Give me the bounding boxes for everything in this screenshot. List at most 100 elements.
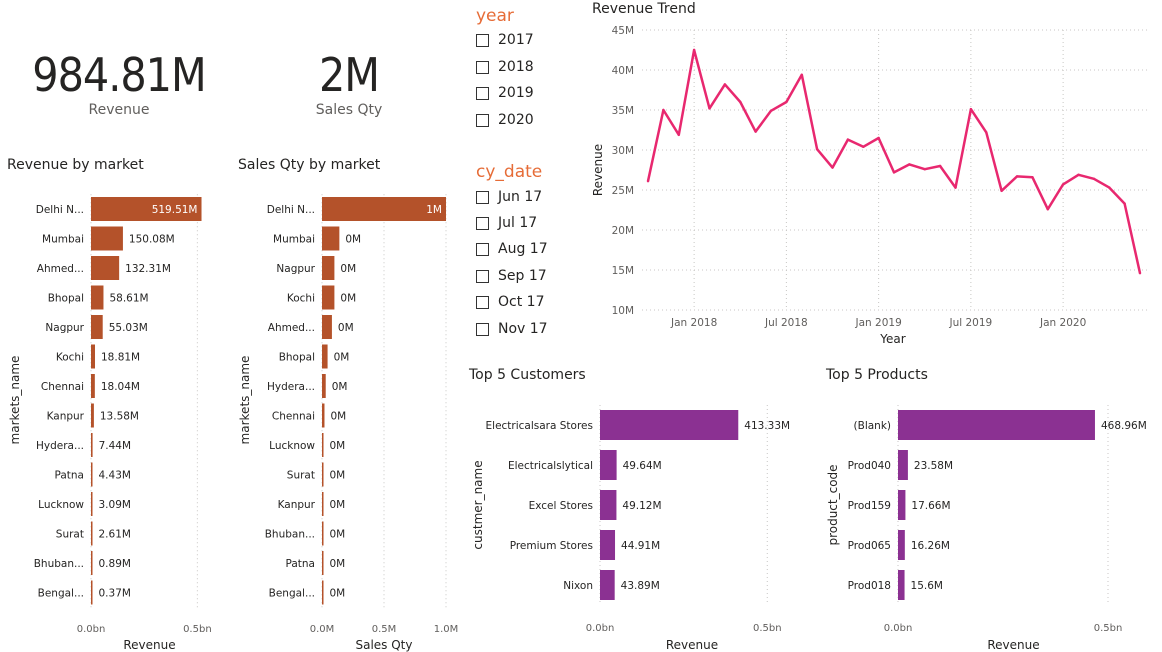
data-label: 150.08M bbox=[129, 234, 175, 246]
data-label: 55.03M bbox=[109, 322, 148, 334]
slicer-option-label: 2019 bbox=[498, 85, 534, 101]
kpi-label: Sales Qty bbox=[315, 102, 383, 118]
chart-top5-customers: 0.0bn 0.5bn Revenue custmer_name Electricals… bbox=[471, 405, 790, 652]
data-label: 413.33M bbox=[744, 420, 790, 432]
bar bbox=[91, 403, 94, 428]
bar bbox=[600, 450, 617, 480]
data-label: 16.26M bbox=[911, 540, 950, 552]
bar bbox=[322, 374, 326, 398]
checkbox-icon[interactable] bbox=[476, 33, 489, 47]
category-label: Nixon bbox=[563, 580, 593, 592]
category-label: Bengal... bbox=[38, 588, 84, 600]
slicer-option-oct-17[interactable]: Oct 17 bbox=[476, 294, 544, 310]
bar bbox=[91, 256, 120, 280]
checkbox-icon[interactable] bbox=[476, 295, 489, 309]
data-point bbox=[923, 168, 926, 171]
series-line-revenue bbox=[646, 48, 1142, 274]
data-point bbox=[831, 166, 834, 169]
data-point bbox=[1123, 202, 1126, 205]
slicer-option-2019[interactable]: 2019 bbox=[476, 85, 534, 101]
slicer-option-jun-17[interactable]: Jun 17 bbox=[476, 189, 542, 205]
category-label: Patna bbox=[285, 558, 315, 570]
data-point bbox=[1077, 173, 1080, 176]
y-tick-label: 40M bbox=[612, 65, 634, 77]
y-axis-label: Revenue bbox=[591, 144, 605, 196]
x-tick-label: 0.0bn bbox=[77, 624, 106, 635]
data-label: 1M bbox=[426, 204, 442, 216]
category-label: Nagpur bbox=[45, 322, 84, 334]
data-label: 49.12M bbox=[622, 500, 661, 512]
slicer-option-jul-17[interactable]: Jul 17 bbox=[476, 215, 537, 231]
slicer-option-2020[interactable]: 2020 bbox=[476, 112, 534, 128]
bar bbox=[898, 530, 905, 560]
slicer-option-label: 2017 bbox=[498, 32, 534, 48]
x-tick-label: 0.0M bbox=[310, 624, 335, 635]
slicer-year: 2017 2018 2019 2020 bbox=[476, 30, 596, 140]
checkbox-icon[interactable] bbox=[476, 322, 489, 336]
chart-revenue-by-market: 0.0bn 0.5bn Revenue markets_name Delhi N... 5… bbox=[8, 194, 212, 652]
bar bbox=[600, 490, 617, 520]
chart-sales-qty-by-market: 0.0M 0.5M 1.0M Sales Qty markets_name Delhi N… bbox=[238, 194, 458, 652]
data-label: 44.91M bbox=[621, 540, 660, 552]
x-axis-label: Revenue bbox=[123, 638, 175, 652]
category-label: Chennai bbox=[41, 381, 84, 393]
y-tick-label: 10M bbox=[612, 305, 634, 317]
data-label: 0M bbox=[330, 440, 346, 452]
data-point bbox=[954, 186, 957, 189]
data-point bbox=[708, 107, 711, 110]
bar bbox=[898, 450, 908, 480]
category-label: Bhuban... bbox=[34, 558, 84, 570]
data-point bbox=[1031, 176, 1034, 179]
data-point bbox=[1046, 208, 1049, 211]
checkbox-icon[interactable] bbox=[476, 269, 489, 283]
bar bbox=[91, 374, 95, 398]
chart-revenue-trend: 10M 15M 20M 25M 30M 35M 40M 45M Jan 2018 Jul 2018… bbox=[591, 25, 1148, 346]
slicer-option-sep-17[interactable]: Sep 17 bbox=[476, 268, 547, 284]
checkbox-icon[interactable] bbox=[476, 216, 489, 230]
x-tick-label: 0.0bn bbox=[884, 623, 913, 634]
y-axis-label: markets_name bbox=[238, 356, 252, 445]
category-label: Surat bbox=[287, 470, 315, 482]
slicer-option-2018[interactable]: 2018 bbox=[476, 59, 534, 75]
bar bbox=[91, 462, 93, 487]
checkbox-icon[interactable] bbox=[476, 113, 489, 127]
data-label: 2.61M bbox=[99, 529, 131, 541]
bar bbox=[322, 285, 335, 310]
checkbox-icon[interactable] bbox=[476, 190, 489, 204]
chart-title-revenue-by-market: Revenue by market bbox=[7, 157, 144, 173]
data-label: 0M bbox=[330, 470, 346, 482]
category-label: Lucknow bbox=[269, 440, 315, 452]
data-label: 17.66M bbox=[911, 500, 950, 512]
x-tick-label: 0.5bn bbox=[183, 624, 212, 635]
category-label: Prod018 bbox=[848, 580, 891, 592]
bar bbox=[322, 226, 340, 251]
x-tick-label: Jan 2019 bbox=[855, 317, 902, 329]
bar bbox=[322, 462, 324, 487]
data-label: 0M bbox=[334, 352, 350, 364]
slicer-option-2017[interactable]: 2017 bbox=[476, 32, 534, 48]
y-axis-label: custmer_name bbox=[471, 460, 485, 549]
data-label: 58.61M bbox=[109, 293, 148, 305]
slicer-option-nov-17[interactable]: Nov 17 bbox=[476, 321, 548, 337]
checkbox-icon[interactable] bbox=[476, 242, 489, 256]
x-axis-label: Year bbox=[879, 332, 905, 346]
data-label: 0M bbox=[345, 234, 361, 246]
x-axis-label: Revenue bbox=[666, 638, 718, 652]
category-label: Electricalsara Stores bbox=[486, 420, 593, 432]
slicer-option-aug-17[interactable]: Aug 17 bbox=[476, 241, 548, 257]
data-label: 43.89M bbox=[621, 580, 660, 592]
data-point bbox=[1061, 183, 1065, 186]
bar bbox=[600, 410, 739, 440]
checkbox-icon[interactable] bbox=[476, 86, 489, 100]
category-label: Bhopal bbox=[279, 352, 315, 364]
bar bbox=[91, 226, 123, 251]
bar bbox=[898, 410, 1095, 440]
bar bbox=[600, 530, 616, 560]
checkbox-icon[interactable] bbox=[476, 60, 489, 74]
bar bbox=[91, 433, 93, 457]
bar bbox=[600, 570, 615, 600]
kpi-card-revenue: 984.81M Revenue bbox=[28, 48, 210, 118]
chart-title-revenue-trend: Revenue Trend bbox=[592, 1, 696, 17]
data-point bbox=[815, 148, 819, 151]
bar bbox=[91, 285, 104, 310]
